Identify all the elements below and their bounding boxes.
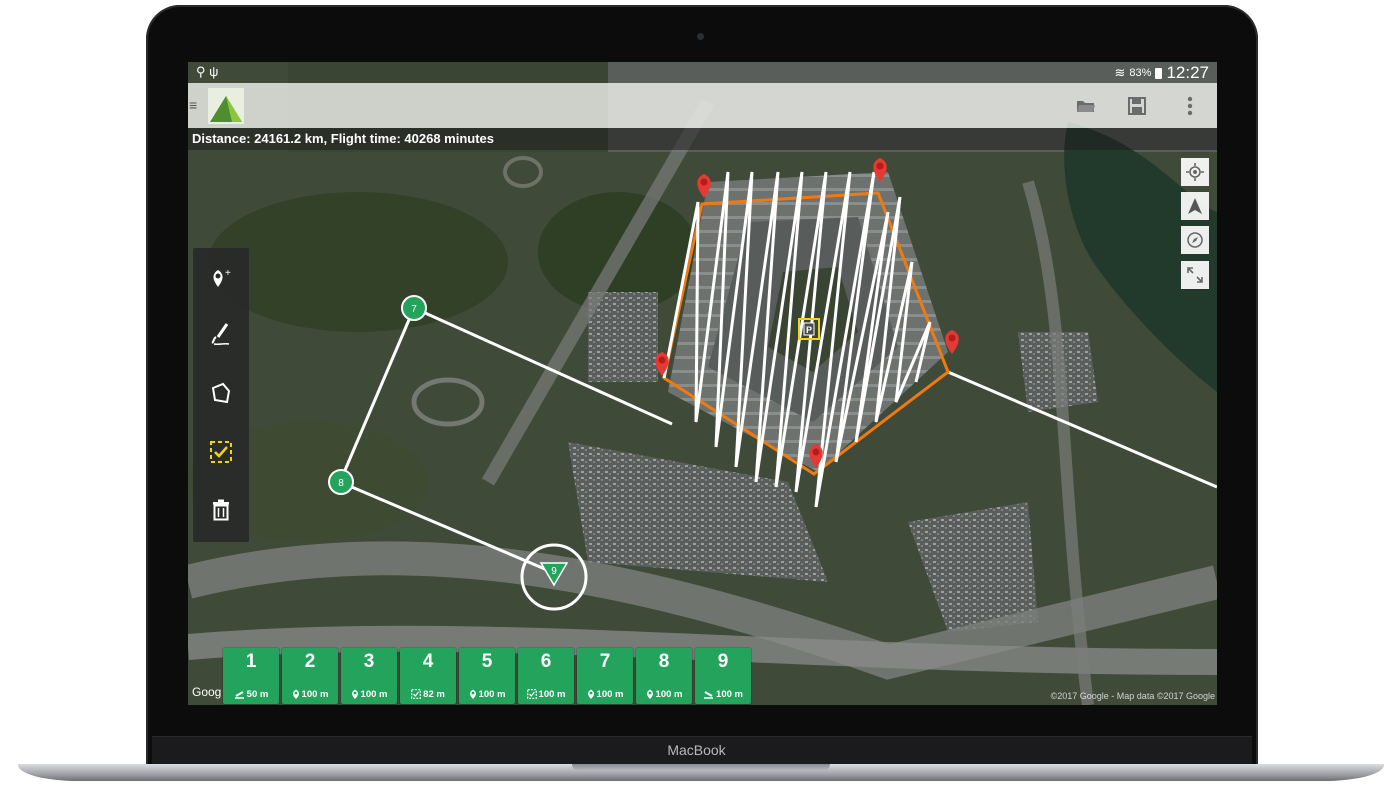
- battery-icon: [1155, 67, 1163, 79]
- action-bar: ≡: [188, 83, 1217, 128]
- waypoint-card-5[interactable]: 5 100 m: [459, 648, 515, 704]
- waypoint-altitude-value: 100 m: [478, 689, 506, 700]
- waypoint-card-6[interactable]: 6 100 m: [518, 648, 574, 704]
- waypoint-altitude: 100 m: [341, 689, 397, 700]
- fit-map-icon[interactable]: [1181, 261, 1209, 289]
- waypoint-marker-label: 9: [551, 566, 557, 577]
- waypoint-marker-7[interactable]: 7: [401, 295, 427, 321]
- waypoint-altitude: 100 m: [636, 689, 692, 700]
- waypoint-altitude: 100 m: [459, 689, 515, 700]
- app-screen: P 7 8 9 ⚲ ψ ≋ 83% 12:27 ≡ Distance: 2416…: [188, 62, 1217, 705]
- waypoint-card-1[interactable]: 1 50 m: [223, 648, 279, 704]
- survey-icon: [526, 689, 539, 700]
- waypoint-pin-icon: [646, 689, 656, 700]
- land-icon: [703, 689, 716, 700]
- waypoint-pin-icon: [469, 689, 479, 700]
- battery-percent: 83%: [1129, 67, 1152, 79]
- usb-icon: ψ: [209, 64, 219, 79]
- waypoint-altitude-value: 100 m: [655, 689, 683, 700]
- clock: 12:27: [1166, 63, 1209, 82]
- waypoint-pin-icon: [587, 689, 597, 700]
- waypoint-card-8[interactable]: 8 100 m: [636, 648, 692, 704]
- waypoint-altitude: 100 m: [695, 689, 751, 700]
- map-copyright: ©2017 Google - Map data ©2017 Google: [1050, 691, 1215, 701]
- waypoint-card-3[interactable]: 3 100 m: [341, 648, 397, 704]
- save-icon[interactable]: [1123, 92, 1151, 120]
- waypoint-altitude-value: 82 m: [423, 689, 445, 700]
- waypoint-number: 5: [481, 651, 493, 672]
- polygon-survey-icon[interactable]: [201, 373, 241, 413]
- mission-waypoint-bar: 1 50 m 2 100 m 3 100 m 4 82 m 5 100 m 6 100 m 7 100 m…: [223, 648, 751, 704]
- waypoint-card-7[interactable]: 7 100 m: [577, 648, 633, 704]
- waypoint-pin-icon: [292, 689, 302, 700]
- compass-icon[interactable]: [1181, 226, 1209, 254]
- waypoint-altitude-value: 50 m: [246, 689, 269, 700]
- waypoint-marker-label: 8: [338, 478, 344, 489]
- navigation-arrow-icon[interactable]: [1181, 192, 1209, 220]
- app-logo[interactable]: [208, 88, 244, 124]
- waypoint-altitude: 82 m: [400, 689, 456, 700]
- google-logo: Goog: [192, 685, 222, 699]
- waypoint-card-4[interactable]: 4 82 m: [400, 648, 456, 704]
- waypoint-card-2[interactable]: 2 100 m: [282, 648, 338, 704]
- selection-icon[interactable]: [201, 432, 241, 472]
- waypoint-number: 3: [363, 651, 375, 672]
- waypoint-altitude: 50 m: [223, 689, 279, 700]
- trash-icon[interactable]: [201, 490, 241, 530]
- overflow-menu-icon[interactable]: [1176, 92, 1204, 120]
- my-location-icon[interactable]: [1181, 158, 1209, 186]
- waypoint-altitude: 100 m: [518, 689, 574, 700]
- survey-icon: [411, 689, 423, 700]
- satellite-map[interactable]: P 7 8 9: [188, 62, 1217, 705]
- takeoff-icon: [234, 689, 247, 700]
- mission-info-bar: Distance: 24161.2 km, Flight time: 40268…: [188, 128, 1217, 150]
- svg-text:+: +: [225, 268, 231, 279]
- menu-icon[interactable]: ≡: [189, 97, 197, 113]
- camera: [697, 33, 704, 40]
- location-icon: ⚲: [196, 64, 206, 79]
- waypoint-altitude-value: 100 m: [360, 689, 388, 700]
- waypoint-altitude-value: 100 m: [538, 689, 566, 700]
- waypoint-number: 8: [658, 651, 670, 672]
- waypoint-marker-8[interactable]: 8: [328, 469, 354, 495]
- device-brand: MacBook: [667, 742, 726, 758]
- status-left: ⚲ ψ: [196, 64, 218, 80]
- wifi-icon: ≋: [1114, 65, 1126, 80]
- waypoint-altitude-value: 100 m: [596, 689, 624, 700]
- waypoint-number: 2: [304, 651, 316, 672]
- waypoint-altitude: 100 m: [577, 689, 633, 700]
- waypoint-card-9[interactable]: 9 100 m: [695, 648, 751, 704]
- waypoint-number: 1: [245, 651, 257, 672]
- status-right: ≋ 83% 12:27: [1115, 63, 1209, 83]
- add-waypoint-icon[interactable]: +: [201, 258, 241, 298]
- waypoint-marker-label: 7: [411, 304, 417, 315]
- draw-path-icon[interactable]: [201, 314, 241, 354]
- laptop-notch: [572, 764, 830, 771]
- svg-text:P: P: [806, 325, 812, 335]
- waypoint-pin-icon: [351, 689, 361, 700]
- folder-open-icon[interactable]: [1072, 92, 1100, 120]
- waypoint-number: 9: [717, 651, 729, 672]
- waypoint-number: 4: [422, 651, 434, 672]
- editor-toolbar: +: [193, 248, 249, 542]
- waypoint-number: 6: [540, 651, 552, 672]
- status-bar: ⚲ ψ ≋ 83% 12:27: [188, 62, 1217, 83]
- waypoint-altitude-value: 100 m: [716, 689, 743, 700]
- waypoint-number: 7: [599, 651, 611, 672]
- waypoint-altitude: 100 m: [282, 689, 338, 700]
- waypoint-altitude-value: 100 m: [301, 689, 329, 700]
